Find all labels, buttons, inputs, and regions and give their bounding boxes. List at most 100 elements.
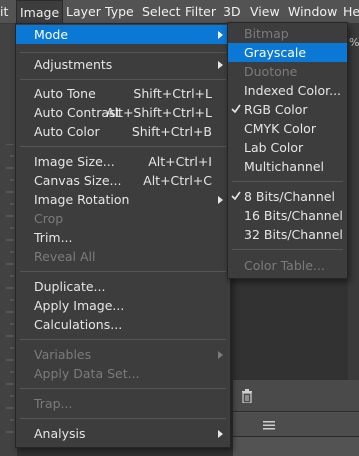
menu-item-label: Lab Color (244, 140, 304, 155)
submenu-arrow-icon (218, 351, 223, 359)
panel-toolbar (233, 380, 359, 412)
menu-separator (20, 388, 226, 389)
menu-separator (20, 418, 226, 419)
menu-separator (232, 181, 343, 182)
menu-item-label: Adjustments (34, 57, 113, 72)
mode-item-bitmap: Bitmap (228, 24, 347, 43)
submenu-arrow-icon (218, 196, 223, 204)
menu-item-label: Variables (34, 347, 92, 362)
menu-item-label: 16 Bits/Channel (244, 208, 343, 223)
menu-item-label: Indexed Color... (244, 83, 342, 98)
menu-item-label: RGB Color (244, 102, 308, 117)
menu-item-shortcut: Alt+Ctrl+I (148, 154, 212, 169)
menu-item-trap: Trap... (16, 394, 230, 413)
menu-item-label: Image Size... (34, 154, 115, 169)
submenu-arrow-icon (218, 61, 223, 69)
menu-item-label: Bitmap (244, 26, 289, 41)
menu-item-crop: Crop (16, 209, 230, 228)
submenu-arrow-icon (218, 430, 223, 438)
mode-item-grayscale[interactable]: Grayscale (228, 43, 347, 62)
menu-3d[interactable]: 3D (223, 0, 241, 24)
menu-item-image-rotation[interactable]: Image Rotation (16, 190, 230, 209)
menu-item-label: Mode (34, 27, 69, 42)
menu-type[interactable]: Type (105, 0, 134, 24)
menu-item-label: Trap... (34, 396, 73, 411)
image-menu: Mode Adjustments Auto Tone Shift+Ctrl+L … (15, 23, 231, 448)
menu-item-label: Multichannel (244, 159, 325, 174)
panel-menu-icon[interactable] (263, 421, 275, 430)
mode-item-indexed-color[interactable]: Indexed Color... (228, 81, 347, 100)
mode-item-8-bits[interactable]: 8 Bits/Channel (228, 187, 347, 206)
menu-separator (20, 79, 226, 80)
menu-item-auto-color[interactable]: Auto Color Shift+Ctrl+B (16, 122, 230, 141)
menu-item-variables: Variables (16, 345, 230, 364)
menu-filter[interactable]: Filter (185, 0, 216, 24)
menu-separator (20, 271, 226, 272)
menu-item-label: CMYK Color (244, 121, 316, 136)
menu-item-label: Duotone (244, 64, 298, 79)
menu-help-fragment[interactable]: He (343, 0, 359, 24)
menu-item-label: Trim... (34, 230, 73, 245)
mode-item-lab-color[interactable]: Lab Color (228, 138, 347, 157)
menu-item-label: Auto Tone (34, 86, 96, 101)
menu-item-apply-image[interactable]: Apply Image... (16, 296, 230, 315)
menu-item-adjustments[interactable]: Adjustments (16, 55, 230, 74)
menu-item-shortcut: Shift+Ctrl+B (131, 124, 212, 139)
menu-item-shortcut: Alt+Shift+Ctrl+L (106, 105, 212, 120)
menu-item-reveal-all: Reveal All (16, 247, 230, 266)
mode-item-cmyk-color[interactable]: CMYK Color (228, 119, 347, 138)
mode-item-duotone: Duotone (228, 62, 347, 81)
menu-bar: it Image Layer Type Select Filter 3D Vie… (0, 0, 359, 24)
check-icon (231, 191, 241, 201)
menu-view[interactable]: View (250, 0, 280, 24)
menu-separator (20, 146, 226, 147)
menu-item-label: Analysis (34, 426, 86, 441)
zoom-percent-fragment: % (349, 36, 359, 49)
menu-item-label: Auto Color (34, 124, 100, 139)
mode-item-32-bits[interactable]: 32 Bits/Channel (228, 225, 347, 244)
menu-item-auto-tone[interactable]: Auto Tone Shift+Ctrl+L (16, 84, 230, 103)
menu-item-mode[interactable]: Mode (16, 25, 230, 44)
panel-header (233, 413, 359, 437)
mode-item-16-bits[interactable]: 16 Bits/Channel (228, 206, 347, 225)
menu-edit-fragment[interactable]: it (0, 0, 8, 24)
menu-item-shortcut: Alt+Ctrl+C (143, 173, 212, 188)
menu-item-calculations[interactable]: Calculations... (16, 315, 230, 334)
menu-item-label: 32 Bits/Channel (244, 227, 343, 242)
menu-item-canvas-size[interactable]: Canvas Size... Alt+Ctrl+C (16, 171, 230, 190)
ruler-ticks (6, 144, 14, 433)
layers-panel-strip (233, 380, 359, 456)
menu-item-duplicate[interactable]: Duplicate... (16, 277, 230, 296)
menu-item-shortcut: Shift+Ctrl+L (133, 86, 212, 101)
mode-item-color-table: Color Table... (228, 256, 347, 275)
mode-item-multichannel[interactable]: Multichannel (228, 157, 347, 176)
trash-icon[interactable] (241, 389, 253, 403)
check-icon (231, 104, 241, 114)
menu-window[interactable]: Window (288, 0, 337, 24)
menu-item-label: Apply Image... (34, 298, 125, 313)
submenu-arrow-icon (218, 31, 223, 39)
menu-item-auto-contrast[interactable]: Auto Contrast Alt+Shift+Ctrl+L (16, 103, 230, 122)
menu-item-label: Duplicate... (34, 279, 106, 294)
menu-item-apply-data-set: Apply Data Set... (16, 364, 230, 383)
menu-item-label: Crop (34, 211, 64, 226)
menu-item-label: Color Table... (244, 258, 325, 273)
menu-item-label: Reveal All (34, 249, 96, 264)
mode-item-rgb-color[interactable]: RGB Color (228, 100, 347, 119)
menu-item-label: Grayscale (244, 45, 307, 60)
menu-item-image-size[interactable]: Image Size... Alt+Ctrl+I (16, 152, 230, 171)
menu-item-analysis[interactable]: Analysis (16, 424, 230, 443)
menu-item-label: Canvas Size... (34, 173, 122, 188)
menu-separator (20, 52, 226, 53)
menu-item-label: Apply Data Set... (34, 366, 140, 381)
menu-item-label: Calculations... (34, 317, 123, 332)
menu-separator (20, 339, 226, 340)
mode-submenu: Bitmap Grayscale Duotone Indexed Color..… (227, 22, 348, 279)
menu-item-label: 8 Bits/Channel (244, 189, 335, 204)
menu-separator (232, 249, 343, 250)
menu-item-trim[interactable]: Trim... (16, 228, 230, 247)
menu-item-label: Image Rotation (34, 192, 130, 207)
menu-image[interactable]: Image (16, 0, 64, 24)
menu-layer[interactable]: Layer (66, 0, 101, 24)
menu-select[interactable]: Select (142, 0, 181, 24)
